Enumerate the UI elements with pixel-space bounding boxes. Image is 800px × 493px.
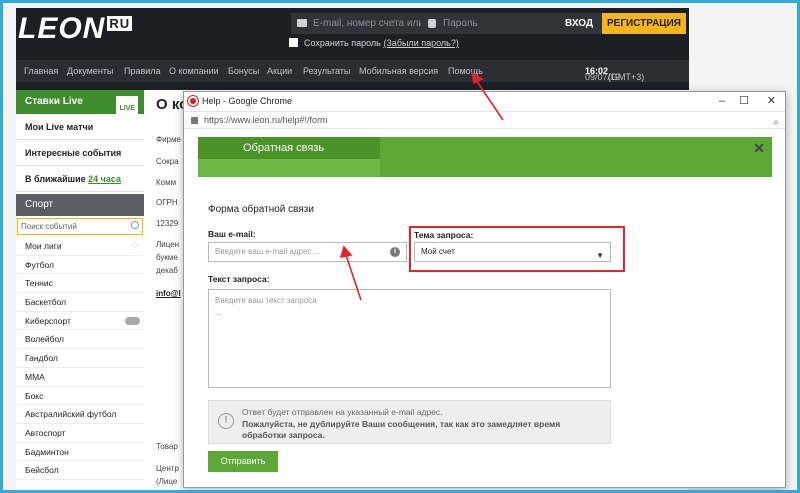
- main-nav: Главная Документы Правила О компании Бон…: [16, 60, 689, 82]
- sidebar-item-volleyball[interactable]: Волейбол: [16, 330, 144, 350]
- nav-item-documents[interactable]: Документы: [67, 66, 113, 76]
- help-popup-window: Help - Google Chrome – ☐ ✕ https://www.l…: [183, 91, 786, 488]
- bg-text-line: Лицен: [156, 240, 180, 249]
- search-icon: [131, 221, 139, 229]
- window-title: Help - Google Chrome: [202, 96, 293, 106]
- note-line-2: Пожалуйста, не дублируйте Ваши сообщения…: [242, 419, 561, 440]
- bg-text-line: декаб: [156, 266, 178, 275]
- request-text-label: Текст запроса:: [208, 274, 270, 284]
- live-bets-header[interactable]: Ставки Live LIVE: [16, 90, 144, 122]
- bg-text-line: Товар: [156, 442, 178, 451]
- sidebar-item-esports[interactable]: Киберспорт: [16, 312, 144, 331]
- nav-item-bonuses[interactable]: Бонусы: [228, 66, 259, 76]
- bg-text-line: ОГРН: [156, 198, 178, 207]
- bg-text-line: букме: [156, 253, 178, 262]
- window-close-icon[interactable]: ✕: [767, 92, 776, 111]
- sidebar-interesting[interactable]: Интересные события: [16, 140, 144, 166]
- sidebar-item-badminton[interactable]: Бадминтон: [16, 443, 144, 462]
- remember-checkbox[interactable]: [289, 38, 298, 47]
- lock-icon: [428, 19, 436, 28]
- logo-ru-badge: RU: [107, 16, 133, 31]
- remember-password[interactable]: Сохранить пароль (Забыли пароль?): [289, 38, 459, 48]
- send-button[interactable]: Отправить: [208, 451, 278, 472]
- sidebar-item-football[interactable]: Футбол: [16, 256, 144, 275]
- bg-email-link[interactable]: info@l: [156, 289, 181, 298]
- url-text[interactable]: https://www.leon.ru/help#!/form: [204, 115, 328, 125]
- bg-text-line: Сокра: [156, 157, 179, 166]
- sidebar-item-my-leagues[interactable]: Мои лиги ☆: [16, 237, 144, 256]
- tab-feedback[interactable]: Обратная связь: [198, 137, 380, 159]
- login-email-input[interactable]: E-mail, номер счета или т: [291, 13, 421, 34]
- sidebar-item-baseball[interactable]: Бейсбол: [16, 461, 144, 480]
- leon-favicon-icon: [188, 96, 198, 106]
- bg-text-line: 12329: [156, 219, 179, 228]
- nav-item-home[interactable]: Главная: [24, 66, 58, 76]
- zoom-icon[interactable]: ⌕: [773, 114, 779, 131]
- site-header: LEON RU E-mail, номер счета или т Пароль …: [16, 8, 689, 90]
- sidebar-item-tennis[interactable]: Теннис: [16, 274, 144, 294]
- sidebar-item-handball[interactable]: Гандбол: [16, 349, 144, 368]
- nav-item-mobile[interactable]: Мобильная версия: [359, 66, 438, 76]
- nav-item-help[interactable]: Помощь: [448, 66, 483, 76]
- nav-item-rules[interactable]: Правила: [124, 66, 161, 76]
- gamepad-icon: [125, 316, 140, 325]
- address-bar[interactable]: https://www.leon.ru/help#!/form ⌕: [184, 111, 785, 129]
- login-password-input[interactable]: Пароль: [421, 13, 546, 34]
- screenshot-frame: LEON RU E-mail, номер счета или т Пароль …: [0, 0, 800, 493]
- star-icon[interactable]: ☆: [130, 237, 140, 255]
- bg-text-line: Фирме: [156, 135, 181, 144]
- sports-sidebar: Ставки Live LIVE Мои Live матчи Интересны…: [16, 90, 144, 490]
- sport-section-header: Спорт: [16, 194, 144, 216]
- note-line-1: Ответ будет отправлен на указанный e-mai…: [242, 407, 443, 417]
- nav-item-results[interactable]: Результаты: [303, 66, 350, 76]
- request-textarea[interactable]: Введите ваш текст запроса ...: [208, 289, 611, 388]
- info-note: ! Ответ будет отправлен на указанный e-m…: [208, 400, 611, 444]
- bg-text-line: (Лице: [156, 477, 178, 486]
- upcoming-24h-link[interactable]: 24 часа: [88, 174, 121, 184]
- maximize-icon[interactable]: ☐: [739, 92, 749, 111]
- tab-underline: [198, 159, 380, 177]
- sidebar-upcoming[interactable]: В ближайшие 24 часа: [16, 166, 144, 192]
- nav-item-about[interactable]: О компании: [169, 66, 219, 76]
- nav-datetime: 09/07/19 16:02 (GMT+3): [585, 66, 645, 82]
- event-search-input[interactable]: Поиск событий: [17, 218, 143, 235]
- info-icon[interactable]: i: [390, 247, 400, 257]
- email-field[interactable]: Введите ваш e-mail адрес ... i: [208, 242, 407, 262]
- email-label: Ваш e-mail:: [208, 229, 256, 239]
- topic-highlight-box: [409, 226, 625, 272]
- lock-icon: [191, 117, 198, 124]
- nav-item-promotions[interactable]: Акции: [267, 66, 292, 76]
- sidebar-item-motorsport[interactable]: Автоспорт: [16, 424, 144, 443]
- bg-text-line: Центр: [156, 464, 179, 473]
- exclamation-icon: !: [218, 413, 234, 429]
- form-close-icon[interactable]: ✕: [753, 140, 765, 157]
- bg-text-line: Комм: [156, 178, 177, 187]
- sidebar-item-aussie-football[interactable]: Австралийский футбол: [16, 405, 144, 424]
- sidebar-item-boxing[interactable]: Бокс: [16, 387, 144, 406]
- sidebar-item-mma[interactable]: ММА: [16, 368, 144, 387]
- live-clock-icon: LIVE: [116, 96, 138, 122]
- forgot-password-link[interactable]: (Забыли пароль?): [383, 38, 458, 48]
- form-title: Форма обратной связи: [208, 204, 314, 215]
- window-titlebar: Help - Google Chrome – ☐ ✕: [184, 92, 785, 111]
- site-logo[interactable]: LEON RU: [18, 12, 133, 46]
- mail-icon: [297, 19, 307, 27]
- register-button[interactable]: РЕГИСТРАЦИЯ: [602, 13, 686, 34]
- sidebar-item-basketball[interactable]: Баскетбол: [16, 293, 144, 312]
- minimize-icon[interactable]: –: [719, 92, 725, 111]
